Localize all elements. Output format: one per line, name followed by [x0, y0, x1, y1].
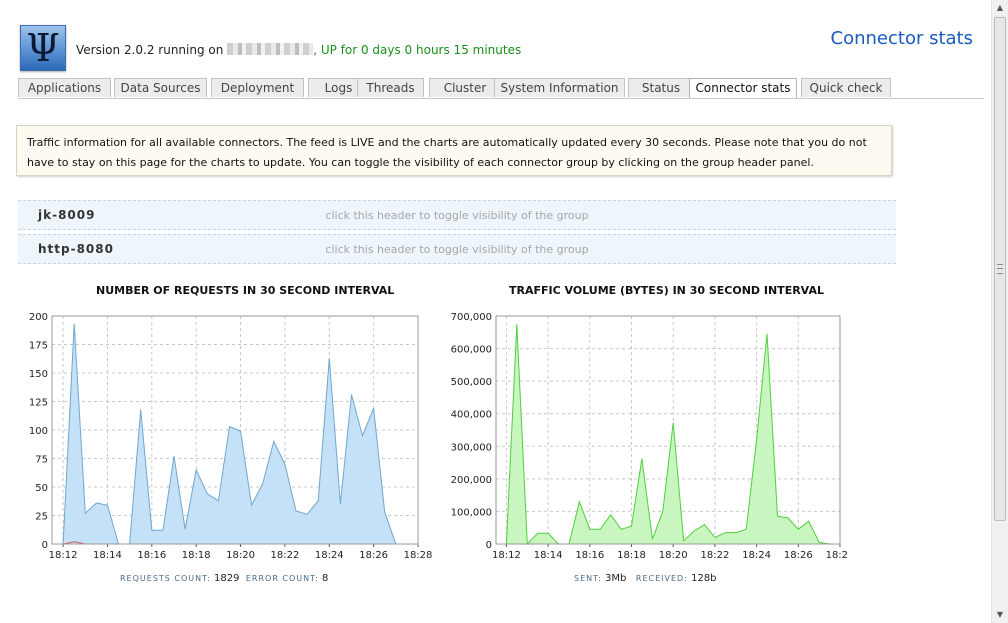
y-tick-label: 100 — [29, 426, 48, 437]
y-tick-label: 150 — [29, 369, 48, 380]
x-tick-label: 18:22 — [270, 550, 299, 561]
tab-deployment[interactable]: Deployment — [211, 78, 304, 97]
y-tick-label: 175 — [29, 341, 48, 352]
tab-threads[interactable]: Threads — [357, 78, 424, 97]
requests-count-label: REQUESTS COUNT: — [120, 574, 211, 583]
received-value: 128b — [691, 573, 717, 584]
x-tick-label: 18:12 — [492, 550, 521, 561]
app-logo: Ψ — [20, 25, 66, 71]
group-header-http-8080[interactable]: http-8080 click this header to toggle vi… — [18, 234, 896, 264]
x-tick-label: 18:16 — [575, 550, 604, 561]
version-info: Version 2.0.2 running on , UP for 0 days… — [76, 43, 521, 57]
x-tick-label: 18:26 — [784, 550, 813, 561]
chart-title-traffic: TRAFFIC VOLUME (BYTES) IN 30 SECOND INTE… — [509, 284, 824, 297]
chart-title-requests: NUMBER OF REQUESTS IN 30 SECOND INTERVAL — [96, 284, 395, 297]
requests-count-value: 1829 — [214, 573, 240, 584]
tab-quick-check[interactable]: Quick check — [801, 78, 891, 97]
x-tick-label: 18:22 — [700, 550, 729, 561]
page-title: Connector stats — [830, 28, 973, 49]
x-tick-label: 18:26 — [359, 550, 388, 561]
sent-label: SENT: — [574, 574, 602, 583]
y-tick-label: 0 — [42, 540, 48, 551]
redacted-host — [227, 43, 314, 55]
sent-value: 3Mb — [605, 573, 627, 584]
tab-system-information[interactable]: System Information — [494, 78, 625, 97]
scroll-up-icon[interactable]: ▲ — [992, 0, 1008, 16]
uptime-text: , UP for 0 days 0 hours 15 minutes — [313, 43, 522, 57]
x-tick-label: 18:18 — [182, 550, 211, 561]
y-tick-label: 75 — [35, 455, 48, 466]
y-tick-label: 300,000 — [451, 442, 492, 453]
group-hint: click this header to toggle visibility o… — [325, 209, 589, 222]
y-tick-label: 25 — [35, 512, 48, 523]
x-tick-label: 18:18 — [617, 550, 646, 561]
group-hint: click this header to toggle visibility o… — [325, 243, 589, 256]
y-tick-label: 700,000 — [451, 312, 492, 323]
x-tick-label: 18:20 — [659, 550, 688, 561]
x-tick-label: 18:14 — [93, 550, 122, 561]
tab-status[interactable]: Status — [628, 78, 694, 97]
y-tick-label: 600,000 — [451, 345, 492, 356]
x-tick-label: 18:24 — [742, 550, 771, 561]
received-label: RECEIVED: — [635, 574, 688, 583]
grip-icon — [997, 264, 1003, 274]
tab-data-sources[interactable]: Data Sources — [114, 78, 207, 97]
tab-cluster[interactable]: Cluster — [429, 78, 501, 97]
error-count-label: ERROR COUNT: — [245, 574, 319, 583]
requests-footer: REQUESTS COUNT: 1829 ERROR COUNT: 8 — [120, 573, 328, 584]
version-text: Version 2.0.2 running on — [76, 43, 224, 57]
x-tick-label: 18:24 — [315, 550, 344, 561]
x-tick-label: 18:28 — [826, 550, 848, 561]
x-tick-label: 18:16 — [137, 550, 166, 561]
y-tick-label: 200 — [29, 312, 48, 323]
x-tick-label: 18:12 — [49, 550, 78, 561]
scroll-down-icon[interactable]: ▼ — [992, 607, 1008, 623]
y-tick-label: 50 — [35, 483, 48, 494]
y-tick-label: 200,000 — [451, 475, 492, 486]
y-tick-label: 400,000 — [451, 410, 492, 421]
tab-connector-stats[interactable]: Connector stats — [689, 78, 797, 98]
group-header-jk-8009[interactable]: jk-8009 click this header to toggle visi… — [18, 200, 896, 230]
requests-chart: 0 25 50 75 100 125 150 175 200 18:12 18:14 18:16 18:… — [29, 312, 433, 561]
scroll-thumb[interactable] — [994, 17, 1006, 521]
psi-logo-icon: Ψ — [26, 26, 60, 70]
x-tick-label: 18:14 — [534, 550, 563, 561]
traffic-chart: 0100,000200,000300,000400,000500,000600,… — [451, 312, 848, 561]
y-tick-label: 500,000 — [451, 377, 492, 388]
x-tick-label: 18:28 — [404, 550, 433, 561]
error-count-value: 8 — [322, 573, 329, 584]
x-tick-label: 18:20 — [226, 550, 255, 561]
traffic-footer: SENT: 3Mb RECEIVED: 128b — [574, 573, 717, 584]
y-tick-label: 125 — [29, 398, 48, 409]
info-message: Traffic information for all available co… — [16, 125, 892, 176]
y-tick-label: 100,000 — [451, 507, 492, 518]
tab-bar: Applications Data Sources Deployment Log… — [18, 78, 984, 99]
tab-applications[interactable]: Applications — [18, 78, 111, 97]
vertical-scrollbar[interactable]: ▲ ▼ — [991, 0, 1008, 623]
